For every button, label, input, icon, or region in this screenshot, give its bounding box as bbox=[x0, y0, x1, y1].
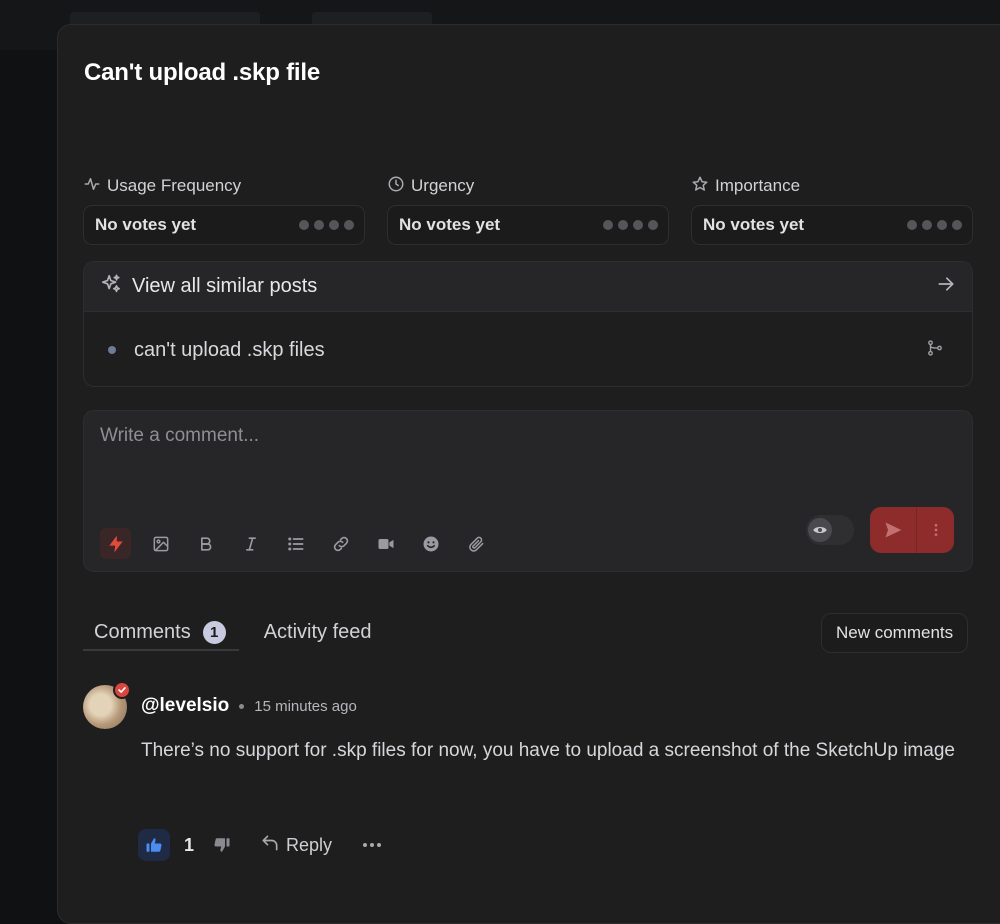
metric-value: No votes yet bbox=[703, 215, 805, 234]
comment-author[interactable]: @levelsio bbox=[141, 695, 229, 717]
metric-importance: Importance No votes yet bbox=[691, 175, 973, 245]
tab-comments-label: Comments bbox=[94, 620, 191, 643]
formatting-toolbar bbox=[100, 528, 491, 559]
more-vertical-icon[interactable] bbox=[917, 507, 954, 553]
metric-urgency: Urgency No votes yet bbox=[387, 175, 669, 245]
vote-dot[interactable] bbox=[344, 220, 354, 230]
similar-post-link[interactable]: can't upload .skp files bbox=[134, 339, 325, 362]
send-button-group bbox=[870, 507, 954, 553]
reply-label: Reply bbox=[286, 834, 333, 855]
vote-dots[interactable] bbox=[603, 220, 658, 230]
verified-badge-icon bbox=[113, 681, 131, 699]
active-tab-indicator bbox=[83, 649, 239, 651]
bullet-dot bbox=[108, 346, 116, 354]
vote-dot[interactable] bbox=[922, 220, 932, 230]
reply-button[interactable]: Reply bbox=[260, 833, 332, 858]
tab-activity-label: Activity feed bbox=[263, 620, 372, 643]
comment-actions: 1 Reply bbox=[138, 829, 384, 861]
link-icon[interactable] bbox=[325, 528, 356, 559]
view-similar-posts-button[interactable]: View all similar posts bbox=[84, 262, 972, 312]
vote-dot[interactable] bbox=[633, 220, 643, 230]
comment-input[interactable] bbox=[100, 425, 800, 447]
vote-dots[interactable] bbox=[907, 220, 962, 230]
metric-vote-box[interactable]: No votes yet bbox=[691, 205, 973, 245]
sparkles-icon bbox=[100, 273, 122, 300]
comment-timestamp: 15 minutes ago bbox=[254, 697, 357, 715]
thumbs-down-icon[interactable] bbox=[206, 829, 238, 861]
vote-dot[interactable] bbox=[299, 220, 309, 230]
merge-icon[interactable] bbox=[926, 339, 944, 362]
comment-composer bbox=[83, 410, 973, 572]
image-icon[interactable] bbox=[145, 528, 176, 559]
vote-dot[interactable] bbox=[329, 220, 339, 230]
avatar[interactable] bbox=[83, 681, 131, 729]
vote-dots[interactable] bbox=[299, 220, 354, 230]
similar-posts-card: View all similar posts can't upload .skp… bbox=[83, 261, 973, 387]
vote-dot[interactable] bbox=[648, 220, 658, 230]
like-count: 1 bbox=[184, 834, 195, 855]
clock-icon bbox=[387, 175, 405, 198]
arrow-right-icon bbox=[936, 274, 956, 299]
send-button[interactable] bbox=[870, 507, 916, 553]
metric-usage-frequency: Usage Frequency No votes yet bbox=[83, 175, 365, 245]
tab-activity-feed[interactable]: Activity feed bbox=[253, 613, 383, 651]
list-icon[interactable] bbox=[280, 528, 311, 559]
lightning-icon[interactable] bbox=[100, 528, 131, 559]
vote-dot[interactable] bbox=[952, 220, 962, 230]
star-icon bbox=[691, 175, 709, 198]
metric-value: No votes yet bbox=[399, 215, 501, 234]
post-modal: Can't upload .skp file Usage Frequency N… bbox=[57, 24, 1000, 924]
eye-icon bbox=[808, 518, 832, 542]
vote-dot[interactable] bbox=[907, 220, 917, 230]
post-title: Can't upload .skp file bbox=[84, 59, 320, 86]
separator-dot bbox=[239, 703, 245, 709]
italic-icon[interactable] bbox=[235, 528, 266, 559]
reply-icon bbox=[260, 833, 280, 858]
video-icon[interactable] bbox=[370, 528, 401, 559]
more-horizontal-icon[interactable] bbox=[360, 842, 384, 848]
metric-label: Usage Frequency bbox=[107, 176, 242, 195]
metric-vote-box[interactable]: No votes yet bbox=[387, 205, 669, 245]
new-comments-button[interactable]: New comments bbox=[821, 613, 969, 653]
metric-vote-box[interactable]: No votes yet bbox=[83, 205, 365, 245]
similar-post-item[interactable]: can't upload .skp files bbox=[84, 312, 972, 386]
metric-label: Urgency bbox=[411, 176, 475, 195]
vote-dot[interactable] bbox=[603, 220, 613, 230]
emoji-icon[interactable] bbox=[415, 528, 446, 559]
attachment-icon[interactable] bbox=[460, 528, 491, 559]
vote-dot[interactable] bbox=[314, 220, 324, 230]
activity-icon bbox=[83, 175, 101, 198]
metric-value: No votes yet bbox=[95, 215, 197, 234]
vote-dot[interactable] bbox=[937, 220, 947, 230]
bold-icon[interactable] bbox=[190, 528, 221, 559]
comment-tabs: Comments 1 Activity feed bbox=[83, 613, 383, 651]
comment-body: There’s no support for .skp files for no… bbox=[141, 740, 955, 761]
thumbs-up-icon[interactable] bbox=[138, 829, 170, 861]
vote-dot[interactable] bbox=[618, 220, 628, 230]
similar-posts-title: View all similar posts bbox=[132, 275, 318, 297]
visibility-toggle[interactable] bbox=[806, 515, 854, 545]
comments-count-badge: 1 bbox=[202, 620, 226, 644]
tab-comments[interactable]: Comments 1 bbox=[83, 613, 237, 651]
metric-label: Importance bbox=[715, 176, 801, 195]
